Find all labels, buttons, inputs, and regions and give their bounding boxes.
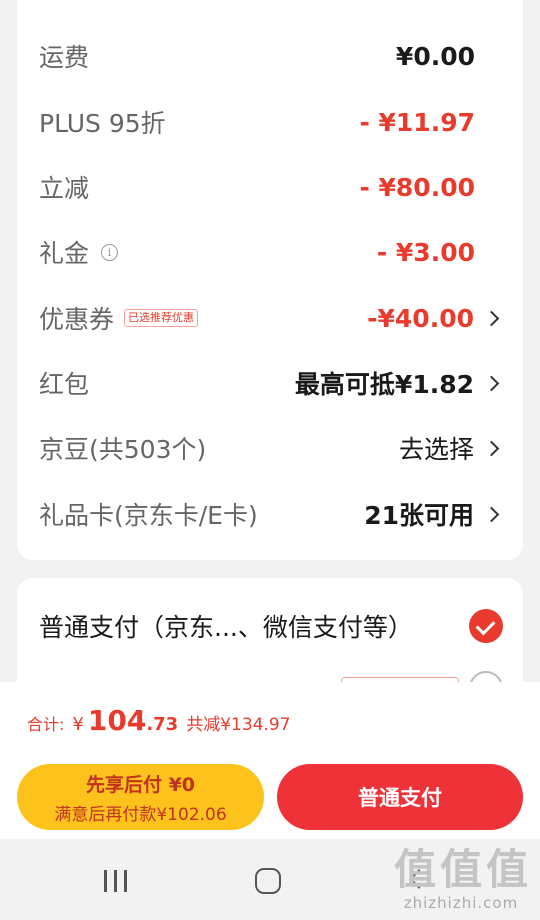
payment-option-label: 普通支付（京东...、微信支付等） [39,613,413,642]
fee-label: 立减 [39,174,90,203]
fee-row-shipping: 运费 ¥0.00 [39,36,501,76]
fee-label: 礼金 [39,239,90,268]
pay-later-subtitle: 满意后再付款¥102.06 [54,804,227,825]
total-decimal: .73 [146,714,179,735]
system-navigation-bar: 值 值 值 zhizhizhi.com [0,839,540,920]
watermark-logo: 值 值 值 [393,845,528,894]
total-label: 合计: [27,715,65,734]
fee-details-card: 运费 ¥0.00 PLUS 95折 - ¥11.97 立减 - ¥80.00 礼… [17,0,523,560]
fee-label: 红包 [39,370,90,399]
fee-row-jd-beans[interactable]: 京豆(共503个) 去选择 [39,428,501,468]
site-watermark: 值 值 值 zhizhizhi.com [393,845,528,913]
payment-option-normal[interactable]: 普通支付（京东...、微信支付等） [39,608,503,644]
order-total: 合计: ¥ 104 .73 共减¥134.97 [27,704,291,737]
info-icon[interactable]: i [101,243,119,261]
total-saved: 共减¥134.97 [186,715,291,735]
fee-value: 21张可用 [364,501,474,530]
fee-row-red-packet[interactable]: 红包 最高可抵¥1.82 [39,363,501,403]
fee-row-instant-discount: 立减 - ¥80.00 [39,167,501,207]
pay-later-button[interactable]: 先享后付 ¥0 满意后再付款¥102.06 [17,764,264,830]
fee-label: 运费 [39,43,90,72]
pay-normal-button[interactable]: 普通支付 [277,764,523,830]
fee-row-gift-money: 礼金 i - ¥3.00 [39,232,501,272]
recent-apps-icon[interactable] [104,870,127,892]
checkmark-selected-icon[interactable] [469,609,503,643]
fee-row-coupon[interactable]: 优惠券 已选推荐优惠 -¥40.00 [39,298,501,338]
fee-value: - ¥80.00 [359,172,475,202]
chevron-right-icon [483,310,500,326]
fee-label: 优惠券 [39,305,115,334]
total-integer: 104 [87,704,147,737]
fee-label: PLUS 95折 [39,109,166,138]
fee-row-gift-card[interactable]: 礼品卡(京东卡/E卡) 21张可用 [39,494,501,534]
fee-value: - ¥11.97 [359,107,475,137]
watermark-site: zhizhizhi.com [403,894,519,912]
fee-value: -¥40.00 [367,303,474,333]
coupon-recommended-tag: 已选推荐优惠 [124,309,199,327]
fee-value: ¥0.00 [395,41,475,71]
home-icon[interactable] [255,868,281,894]
pay-later-title: 先享后付 ¥0 [85,773,196,796]
checkout-bar: 合计: ¥ 104 .73 共减¥134.97 先享后付 ¥0 满意后再付款¥1… [0,682,540,839]
chevron-right-icon [483,506,500,522]
chevron-right-icon [483,375,500,391]
chevron-right-icon [483,440,500,456]
fee-label: 礼品卡(京东卡/E卡) [39,501,258,530]
fee-value: - ¥3.00 [376,237,475,267]
fee-label: 京豆(共503个) [39,435,207,464]
fee-row-plus-discount: PLUS 95折 - ¥11.97 [39,102,501,142]
fee-value: 最高可抵¥1.82 [294,370,474,399]
total-currency: ¥ [72,714,84,735]
fee-value: 去选择 [398,435,474,464]
